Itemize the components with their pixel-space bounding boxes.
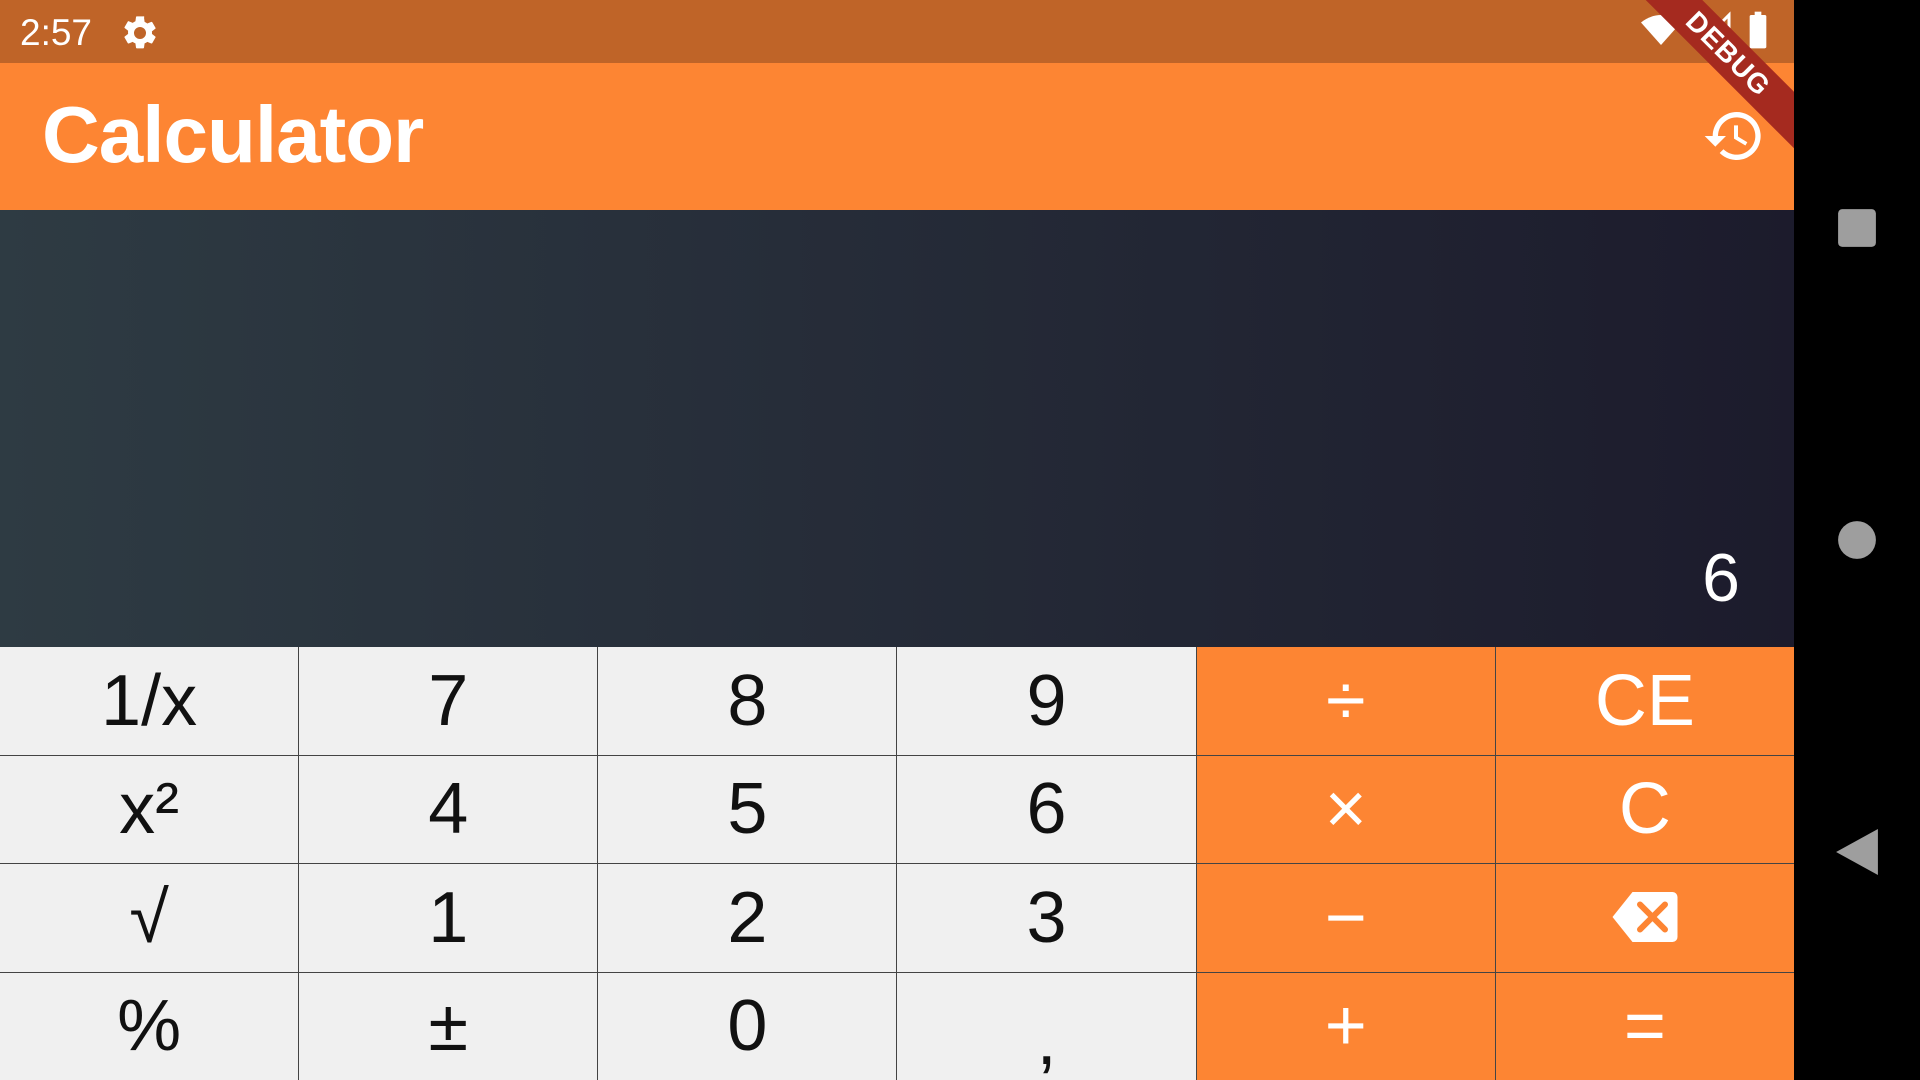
digit-7-button[interactable]: 7	[299, 647, 598, 755]
multiply-button[interactable]: ×	[1196, 755, 1495, 863]
decimal-comma-button[interactable]: ,	[897, 972, 1196, 1080]
backspace-button[interactable]	[1495, 864, 1794, 972]
digit-2-button[interactable]: 2	[598, 864, 897, 972]
status-bar: 2:57	[0, 0, 1794, 63]
key-label: 2	[727, 877, 768, 958]
digit-9-button[interactable]: 9	[897, 647, 1196, 755]
key-label: 7	[428, 660, 469, 741]
digit-3-button[interactable]: 3	[897, 864, 1196, 972]
clear-button[interactable]: C	[1495, 755, 1794, 863]
key-label: 3	[1026, 877, 1067, 958]
plus-minus-button[interactable]: ±	[299, 972, 598, 1080]
key-label: 0	[727, 986, 768, 1067]
key-label: ,	[1036, 1000, 1057, 1080]
key-label: 4	[428, 769, 469, 850]
clear-entry-button[interactable]: CE	[1495, 647, 1794, 755]
key-label: CE	[1594, 660, 1695, 741]
device-screen: 2:57 Calculator DEBUG 6 1/x 7 8 9 ÷ CE x…	[0, 0, 1920, 1080]
display-value: 6	[1702, 540, 1740, 616]
key-label: =	[1623, 986, 1666, 1067]
key-label: 5	[727, 769, 768, 850]
equals-button[interactable]: =	[1495, 972, 1794, 1080]
recents-icon[interactable]	[1794, 168, 1920, 288]
key-label: x²	[119, 769, 180, 850]
digit-1-button[interactable]: 1	[299, 864, 598, 972]
key-label: 8	[727, 660, 768, 741]
digit-4-button[interactable]: 4	[299, 755, 598, 863]
backspace-icon	[1612, 877, 1678, 959]
subtract-button[interactable]: −	[1196, 864, 1495, 972]
digit-5-button[interactable]: 5	[598, 755, 897, 863]
key-label: 6	[1026, 769, 1067, 850]
status-time: 2:57	[20, 12, 93, 53]
key-label: 1/x	[101, 660, 198, 741]
add-button[interactable]: +	[1196, 972, 1495, 1080]
back-icon[interactable]	[1794, 792, 1920, 912]
calculator-app: 2:57 Calculator DEBUG 6 1/x 7 8 9 ÷ CE x…	[0, 0, 1794, 1080]
square-button[interactable]: x²	[0, 755, 299, 863]
navigation-bar	[1794, 0, 1920, 1080]
key-label: 9	[1026, 660, 1067, 741]
key-label: 1	[428, 877, 469, 958]
key-label: ÷	[1325, 660, 1366, 741]
digit-6-button[interactable]: 6	[897, 755, 1196, 863]
keypad: 1/x 7 8 9 ÷ CE x² 4 5 6 × C √ 1 2 3 − % …	[0, 647, 1794, 1080]
reciprocal-button[interactable]: 1/x	[0, 647, 299, 755]
key-label: ×	[1324, 769, 1367, 850]
digit-0-button[interactable]: 0	[598, 972, 897, 1080]
key-label: √	[129, 877, 169, 958]
square-root-button[interactable]: √	[0, 864, 299, 972]
key-label: C	[1618, 769, 1671, 850]
key-label: −	[1324, 877, 1367, 958]
app-title: Calculator	[42, 90, 424, 179]
key-label: %	[117, 986, 182, 1067]
digit-8-button[interactable]: 8	[598, 647, 897, 755]
home-icon[interactable]	[1794, 480, 1920, 600]
divide-button[interactable]: ÷	[1196, 647, 1495, 755]
app-bar: Calculator	[0, 63, 1794, 210]
gear-icon	[120, 13, 160, 53]
history-icon[interactable]	[1702, 104, 1766, 168]
percent-button[interactable]: %	[0, 972, 299, 1080]
key-label: ±	[428, 986, 468, 1067]
key-label: +	[1324, 986, 1367, 1067]
result-display: 6	[0, 210, 1794, 647]
